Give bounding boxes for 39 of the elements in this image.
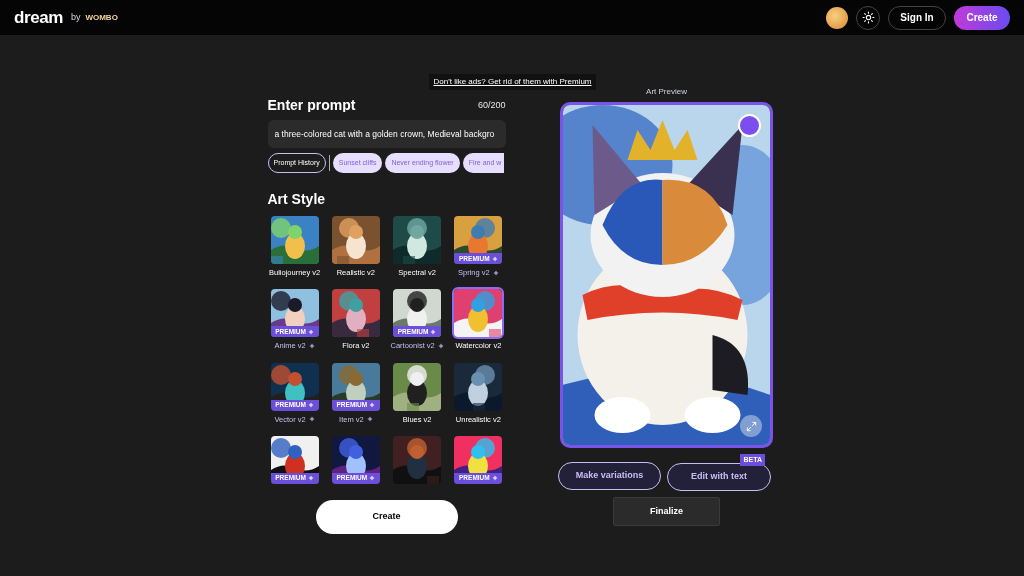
plus-icon [437,342,444,349]
plus-icon [308,342,315,349]
preview-title: Art Preview [646,86,687,98]
plus-icon [366,416,373,423]
style-thumbnail[interactable] [331,289,380,338]
brand-logo[interactable]: WOMBO [85,11,118,24]
art-style-title: Art Style [267,190,327,209]
style-thumbnail[interactable] [454,362,503,411]
edit-with-text-button[interactable]: Edit with text [667,462,771,491]
avatar-icon[interactable] [826,6,848,29]
expand-icon [745,420,757,432]
plus-icon [307,402,314,408]
style-thumbnail[interactable] [393,435,442,484]
style-thumbnail[interactable] [393,362,442,411]
plus-icon [492,269,499,276]
style-thumbnail[interactable] [393,216,442,264]
sun-icon [861,11,875,24]
finalize-button[interactable]: Finalize [613,496,720,526]
plus-icon [491,475,498,482]
by-text: by [70,10,81,24]
plus-icon [308,416,315,423]
character-count: 60/200 [477,100,506,112]
logo[interactable]: dream [14,4,63,31]
plus-icon [307,328,314,335]
plus-icon [369,402,376,408]
prompt-field[interactable]: a three-colored cat with a golden crown, Medieval backgro [267,120,506,148]
plus-icon [369,475,376,482]
premium-link[interactable]: Don't like ads? Get rid of them with Premium [429,74,596,90]
create-button[interactable]: Create [954,5,1010,30]
plus-icon [430,328,437,335]
plus-icon [491,255,498,262]
style-thumbnail[interactable] [270,216,319,264]
make-variations-button[interactable]: Make variations [558,462,661,490]
prompt-title: Enter prompt [267,100,356,112]
expand-button[interactable] [740,415,762,437]
style-thumbnail[interactable] [331,216,380,264]
create-art-button[interactable]: Create [315,500,458,534]
plus-icon [307,475,314,482]
style-thumbnail[interactable] [454,289,503,338]
